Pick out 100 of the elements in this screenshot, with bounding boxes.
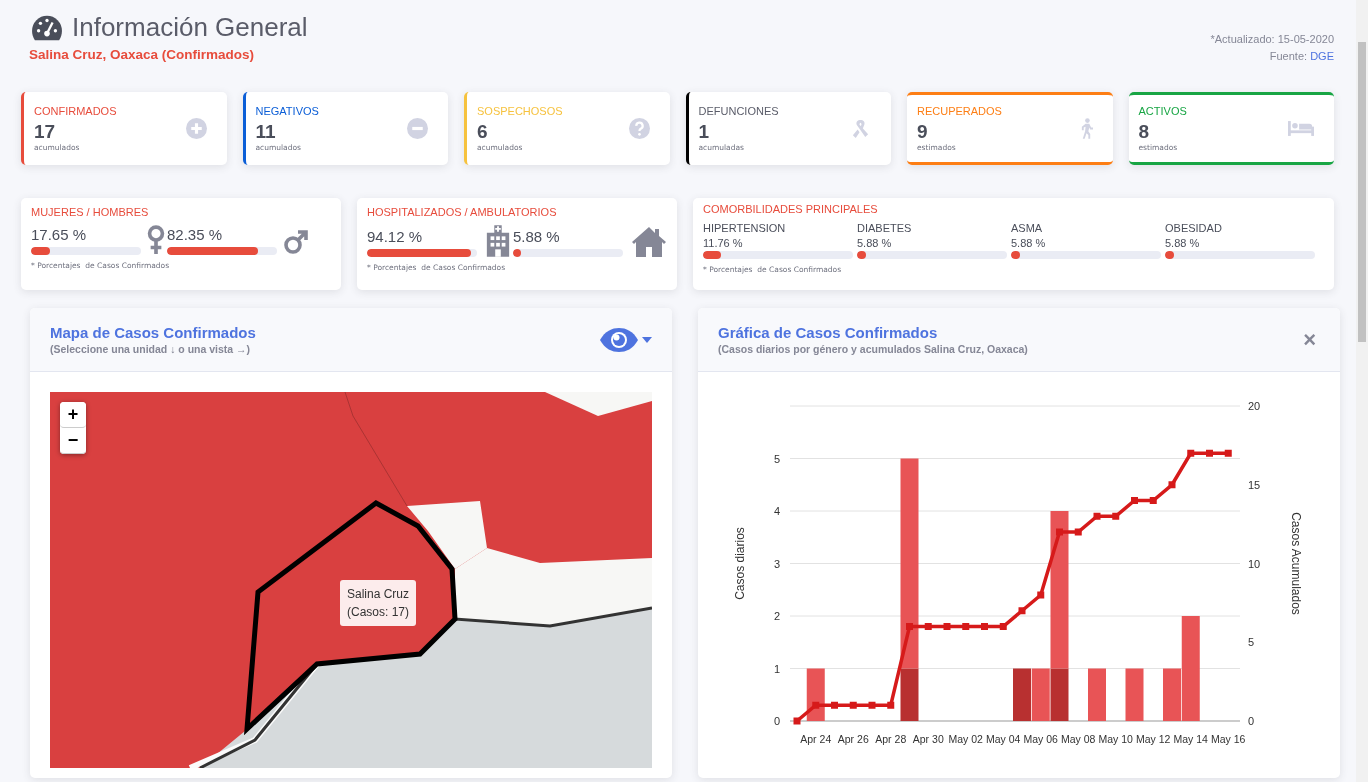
panel-subtitle: (Casos diarios por género y acumulados Salina Cruz, Oaxaca) xyxy=(718,343,1028,355)
percent-reading: 11.76 % xyxy=(703,237,744,249)
axis-tick-label: 5 xyxy=(773,452,780,465)
axis-tick-label: May 08 xyxy=(1061,733,1096,745)
data-point xyxy=(793,717,801,725)
axis-tick-label: 1 xyxy=(773,662,780,675)
stat-value: 1 xyxy=(698,121,711,143)
data-point xyxy=(1037,591,1045,599)
data-point xyxy=(1074,528,1082,536)
stat-label: CONFIRMADOS xyxy=(34,105,117,117)
stat-label: SOSPECHOSOS xyxy=(477,105,563,117)
data-point xyxy=(1056,528,1063,536)
data-point xyxy=(1168,481,1176,489)
axis-tick-label: 3 xyxy=(773,557,780,570)
stat-value: 6 xyxy=(477,121,489,143)
axis-tick-label: Apr 24 xyxy=(800,733,832,745)
axis-tick-label: 15 xyxy=(1248,478,1261,491)
data-point xyxy=(1187,449,1195,457)
axis-tick-label: 20 xyxy=(1248,400,1261,412)
dashboard-icon xyxy=(30,13,64,42)
hospital-building-icon xyxy=(485,225,511,257)
female-symbol-icon xyxy=(147,225,165,255)
data-point xyxy=(1018,607,1026,615)
stat-value: 9 xyxy=(917,121,929,143)
axis-tick-label: 0 xyxy=(773,715,780,727)
data-point xyxy=(999,623,1007,630)
data-point xyxy=(1224,449,1232,457)
view-dropdown-button[interactable] xyxy=(599,326,652,353)
percent-reading: 94.12 % xyxy=(367,228,424,245)
stat-label: RECUPERADOS xyxy=(917,105,1002,117)
axis-tick-label: May 02 xyxy=(948,733,983,745)
card-title: MUJERES / HOMBRES xyxy=(31,206,150,218)
axis-tick-label: May 12 xyxy=(1136,733,1171,745)
axis-tick-label: 0 xyxy=(1248,715,1255,727)
tooltip-text: (Casos: 17) xyxy=(347,604,410,621)
stat-label: NEGATIVOS xyxy=(255,105,319,117)
data-point xyxy=(887,701,895,709)
panel-subtitle: (Seleccione una unidad ↓ o una vista →) xyxy=(50,343,252,355)
question-circle-icon xyxy=(628,118,650,139)
stat-value: 8 xyxy=(1138,121,1151,143)
update-date: *Actualizado: 15-05-2020 xyxy=(1210,32,1334,47)
panel-title: Gráfica de Casos Confirmados xyxy=(718,324,939,341)
axis-tick-label: 4 xyxy=(773,505,780,517)
axis-tick-label: May 04 xyxy=(986,733,1021,745)
data-point xyxy=(906,623,913,630)
house-icon xyxy=(631,225,667,257)
percent-reading: 5.88 % xyxy=(1011,237,1047,249)
walking-person-icon xyxy=(1079,118,1093,139)
page-title: Información General xyxy=(72,12,308,43)
percent-reading: 82.35 % xyxy=(167,226,224,243)
axis-tick-label: 2 xyxy=(773,610,780,622)
stat-label: DEFUNCIONES xyxy=(698,105,779,117)
zoom-in-button[interactable]: + xyxy=(60,402,86,428)
data-point xyxy=(831,701,838,709)
data-point xyxy=(1206,449,1213,457)
data-point xyxy=(868,701,876,709)
plus-circle-icon xyxy=(185,118,207,139)
scrollbar[interactable] xyxy=(1356,0,1368,782)
card-title: COMORBILIDADES PRINCIPALES xyxy=(703,203,879,215)
axis-tick-label: Apr 26 xyxy=(837,733,869,745)
stat-label: ACTIVOS xyxy=(1138,105,1187,117)
tooltip-text: Salina Cruz xyxy=(347,586,410,603)
bed-icon xyxy=(1288,121,1314,136)
condition-name: HIPERTENSION xyxy=(703,222,787,234)
percent-reading: 5.88 % xyxy=(1165,237,1201,249)
minus-circle-icon xyxy=(407,118,428,139)
data-point xyxy=(1093,512,1101,520)
stat-value: 17 xyxy=(34,121,57,143)
percent-reading: 5.88 % xyxy=(857,237,893,249)
eye-icon xyxy=(599,326,639,353)
condition-name: OBESIDAD xyxy=(1165,222,1223,234)
condition-name: ASMA xyxy=(1011,222,1044,234)
axis-tick-label: 10 xyxy=(1248,557,1261,570)
stat-value: 11 xyxy=(255,121,277,143)
data-point xyxy=(924,623,932,630)
panel-title: Mapa de Casos Confirmados xyxy=(50,324,256,341)
axis-tick-label: May 10 xyxy=(1098,733,1133,745)
condition-name: DIABETES xyxy=(857,222,913,234)
percent-reading: 5.88 % xyxy=(513,228,561,245)
data-point xyxy=(943,623,951,630)
source-label: Fuente: xyxy=(1269,50,1308,62)
data-point xyxy=(1131,497,1138,504)
card-title: HOSPITALIZADOS / AMBULATORIOS xyxy=(367,206,558,218)
caret-icon xyxy=(642,336,652,343)
data-point xyxy=(812,701,820,709)
data-point xyxy=(1149,497,1157,504)
male-symbol-icon xyxy=(283,229,309,255)
data-point xyxy=(1112,512,1120,520)
axis-title: Casos Acumulados xyxy=(1289,512,1303,615)
ribbon-icon xyxy=(850,118,871,139)
data-point xyxy=(962,623,970,630)
percent-reading: 17.65 % xyxy=(31,226,88,243)
axis-tick-label: Apr 28 xyxy=(875,733,907,745)
axis-title: Casos diarios xyxy=(733,527,747,600)
zoom-out-button[interactable]: − xyxy=(60,428,86,454)
axis-tick-label: Apr 30 xyxy=(912,733,944,745)
data-point xyxy=(981,623,988,630)
source-link[interactable]: DGE xyxy=(1310,50,1334,62)
axis-tick-label: May 14 xyxy=(1173,733,1208,745)
axis-tick-label: May 06 xyxy=(1023,733,1058,745)
